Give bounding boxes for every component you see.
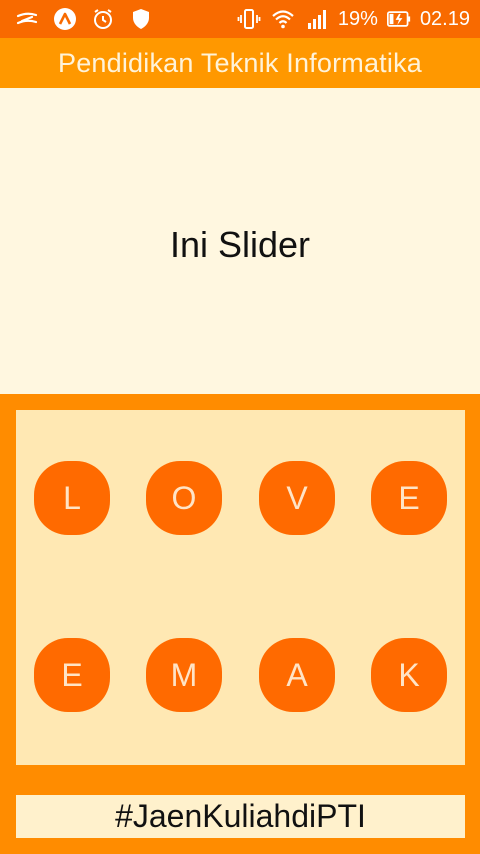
- app-logo-icon: [52, 6, 78, 32]
- letter-button-a[interactable]: A: [259, 638, 335, 712]
- vibrate-icon: [236, 6, 262, 32]
- app-title: Pendidikan Teknik Informatika: [58, 47, 422, 78]
- zedge-icon: [14, 6, 40, 32]
- letter-button-k[interactable]: K: [371, 638, 447, 712]
- letter-button-v[interactable]: V: [259, 461, 335, 535]
- letter-button-l[interactable]: L: [34, 461, 110, 535]
- status-left-icons: [0, 6, 154, 32]
- app-bar: Pendidikan Teknik Informatika: [0, 38, 480, 88]
- letter-button-o[interactable]: O: [146, 461, 222, 535]
- battery-charging-icon: [386, 6, 412, 32]
- wifi-icon: [270, 6, 296, 32]
- letter-button-e-1[interactable]: E: [371, 461, 447, 535]
- shield-icon: [128, 6, 154, 32]
- letter-button-e-2[interactable]: E: [34, 638, 110, 712]
- clock-time: 02.19: [419, 7, 470, 30]
- image-slider[interactable]: Ini Slider: [0, 88, 480, 394]
- alarm-icon: [90, 6, 116, 32]
- letter-button-panel: L O V E E M A K: [16, 410, 465, 765]
- hashtag-text: #JaenKuliahdiPTI: [115, 798, 366, 834]
- hashtag-banner: #JaenKuliahdiPTI: [16, 795, 465, 838]
- slider-text: Ini Slider: [169, 224, 311, 265]
- letter-button-m[interactable]: M: [146, 638, 222, 712]
- battery-percent: 19%: [337, 7, 378, 30]
- signal-icon: [304, 6, 330, 32]
- status-right-icons: 19% 02.19: [236, 6, 480, 32]
- status-bar: 19% 02.19: [0, 0, 480, 38]
